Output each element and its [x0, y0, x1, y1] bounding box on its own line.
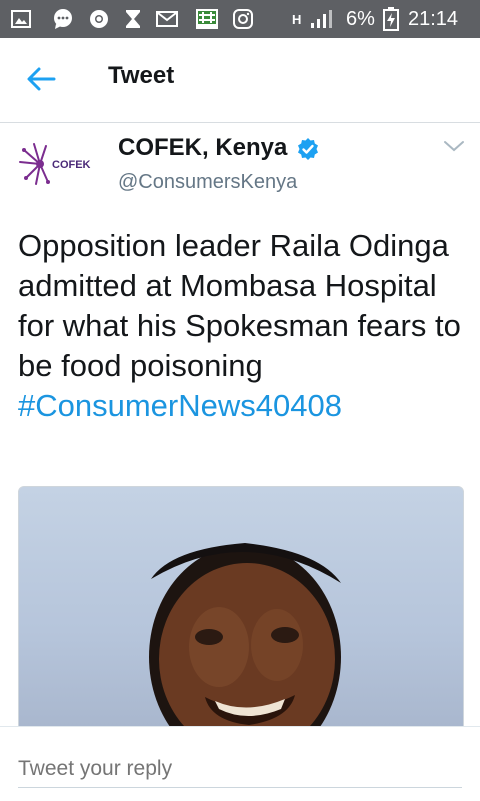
chat-icon [52, 8, 74, 30]
battery-charging-icon [381, 7, 401, 31]
author-handle[interactable]: @ConsumersKenya [118, 171, 297, 194]
chrome-icon [88, 8, 110, 30]
hashtag-link[interactable]: #ConsumerNews40408 [18, 388, 342, 423]
top-bar: Tweet [0, 38, 480, 123]
gallery-icon [10, 8, 32, 30]
avatar-logo-text: COFEK [52, 159, 91, 171]
tweet-text: Opposition leader Raila Odinga admitted … [18, 226, 470, 426]
verified-badge-icon [298, 138, 318, 160]
network-type: H [292, 11, 302, 27]
author-name[interactable]: COFEK, Kenya [118, 134, 287, 162]
tweet-media-photo[interactable] [18, 486, 464, 728]
instagram-icon [232, 8, 254, 30]
photo-content [149, 543, 341, 727]
arrow-left-icon[interactable] [24, 62, 58, 96]
reply-bar [0, 726, 480, 801]
tweet-body: Opposition leader Raila Odinga admitted … [18, 228, 461, 383]
chevron-down-icon[interactable] [442, 138, 466, 154]
clock: 21:14 [408, 7, 459, 30]
signal-icon [308, 8, 334, 30]
app-icon [194, 8, 220, 30]
hourglass-icon [122, 8, 144, 30]
avatar[interactable]: COFEK [18, 136, 98, 196]
battery-percent: 6% [346, 7, 375, 30]
reply-input[interactable] [18, 751, 462, 788]
page-title: Tweet [108, 62, 175, 89]
gmail-icon [156, 8, 178, 30]
status-bar: H 6% 21:14 [0, 0, 480, 38]
